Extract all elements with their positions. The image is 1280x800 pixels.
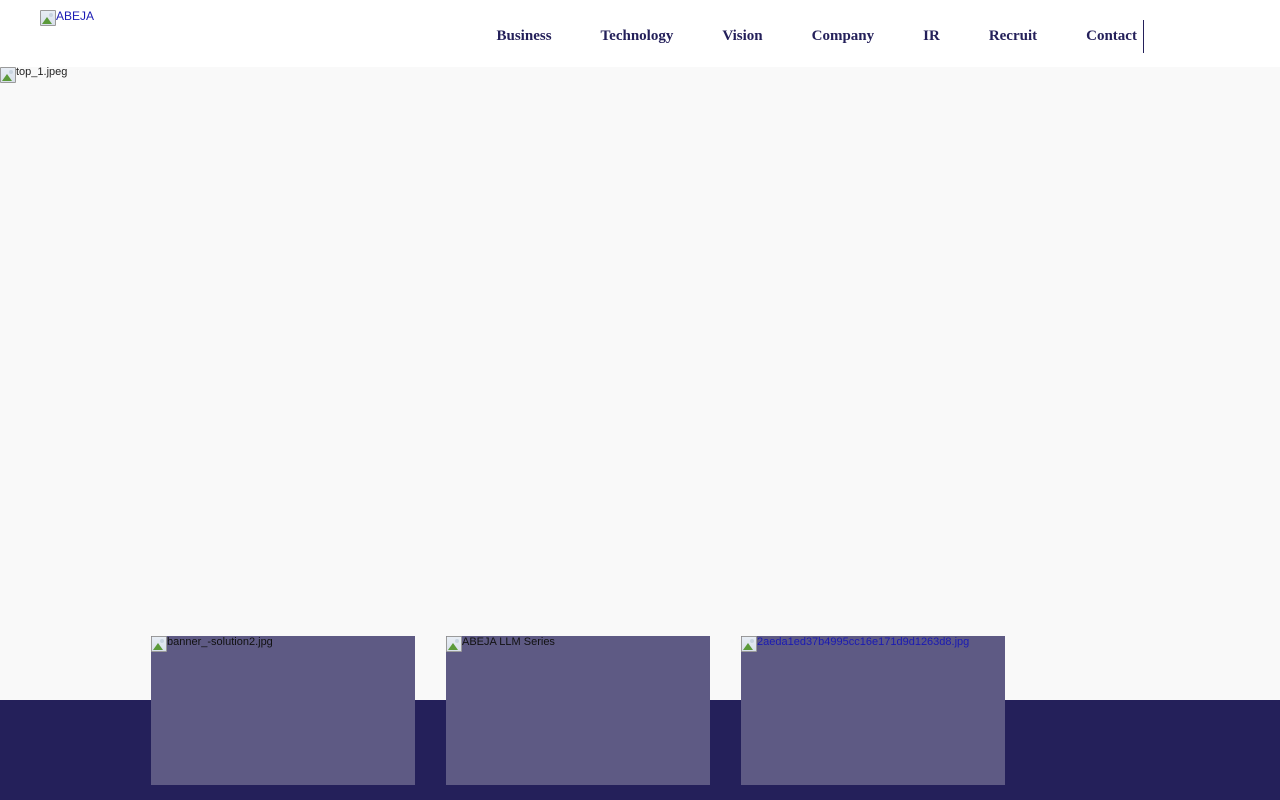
nav-technology[interactable]: Technology	[576, 28, 698, 45]
broken-image-icon	[40, 10, 56, 26]
main-nav: Business Technology Vision Company IR Re…	[472, 20, 1161, 52]
hero-image-alt-text: top_1.jpeg	[16, 66, 68, 78]
nav-divider	[1143, 20, 1144, 53]
banner-alt-text: banner_-solution2.jpg	[167, 636, 273, 648]
broken-image-icon	[446, 636, 462, 652]
nav-contact[interactable]: Contact	[1062, 28, 1162, 45]
banner-third[interactable]: 2aeda1ed37b4995cc16e171d9d1263d8.jpg	[741, 636, 1005, 785]
broken-image-icon	[151, 636, 167, 652]
nav-recruit[interactable]: Recruit	[964, 28, 1061, 45]
hero-image: top_1.jpeg	[0, 67, 67, 83]
nav-ir[interactable]: IR	[899, 28, 965, 45]
logo-alt-text: ABEJA	[56, 9, 95, 23]
banner-alt-text: 2aeda1ed37b4995cc16e171d9d1263d8.jpg	[757, 636, 970, 648]
banner-llm-series[interactable]: ABEJA LLM Series	[446, 636, 710, 785]
hero-section: top_1.jpeg	[0, 67, 1280, 700]
site-header: ABEJA Business Technology Vision Company…	[0, 0, 1280, 67]
nav-vision[interactable]: Vision	[698, 28, 787, 45]
broken-image-icon	[0, 67, 16, 83]
banner-solution[interactable]: banner_-solution2.jpg	[151, 636, 415, 785]
broken-image-icon	[741, 636, 757, 652]
logo[interactable]: ABEJA	[40, 10, 94, 26]
nav-business[interactable]: Business	[472, 28, 576, 45]
banner-alt-text: ABEJA LLM Series	[462, 636, 555, 648]
nav-company[interactable]: Company	[787, 28, 899, 45]
